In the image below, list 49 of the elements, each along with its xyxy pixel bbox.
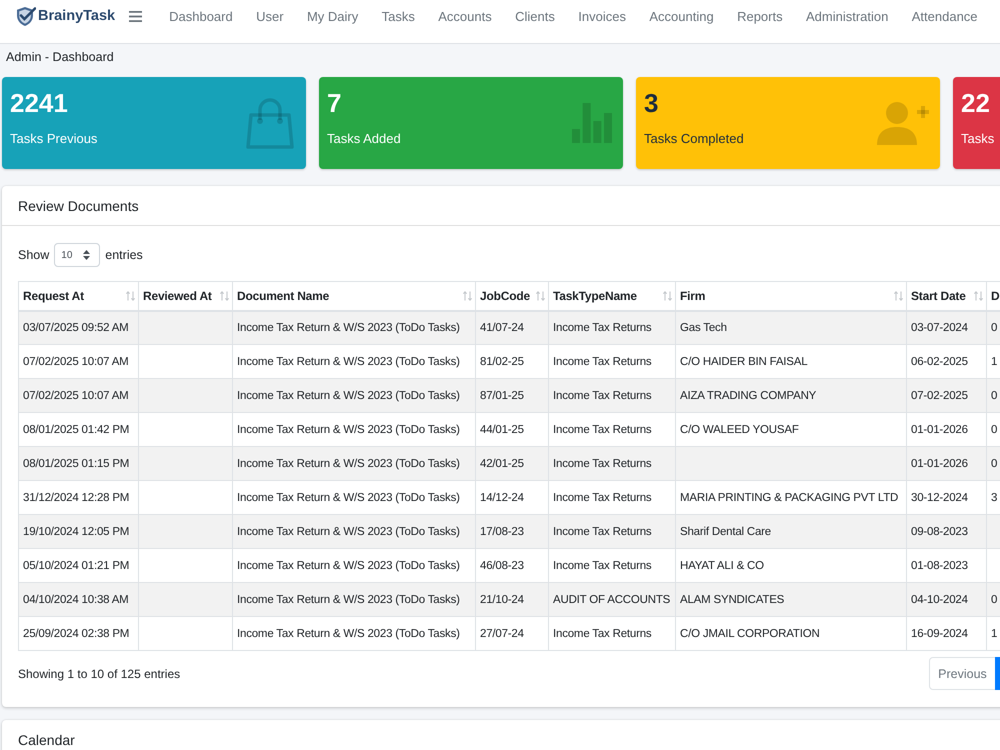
stat-value: 3 (644, 88, 658, 118)
nav-link[interactable]: Dashboard (169, 8, 233, 24)
stat-value: 7 (327, 88, 342, 118)
menu-icon[interactable] (129, 10, 142, 22)
show-label: Show (18, 248, 50, 262)
table-cell: C/O JMAIL CORPORATION (676, 616, 906, 650)
card-title: Calendar (18, 732, 75, 748)
table-cell: Income Tax Returns (548, 616, 676, 650)
breadcrumb: Admin - Dashboard (6, 50, 114, 64)
nav-link[interactable]: Clients (515, 8, 555, 24)
updown-icon (83, 250, 90, 260)
previous-button[interactable]: Previous (929, 657, 996, 690)
brand-name[interactable]: BrainyTask (38, 8, 116, 24)
stat-label: Tasks Completed (644, 131, 744, 147)
nav-link[interactable]: My Dairy (306, 8, 358, 24)
table-cell: 25/09/2024 02:38 PM (18, 616, 138, 650)
sort-icon[interactable] (974, 290, 983, 301)
shopping-bag-icon (245, 97, 295, 149)
sort-icon[interactable] (894, 290, 903, 301)
user-plus-icon (877, 101, 929, 145)
shield-check-icon (16, 6, 36, 26)
entries-select[interactable]: 10 (54, 243, 100, 267)
entries-label: entries (105, 248, 143, 262)
bar-chart-icon (572, 103, 612, 143)
stat-label: Tasks Previous (10, 131, 98, 147)
column-header[interactable]: Firm (680, 288, 706, 303)
nav-link[interactable]: Tasks (382, 8, 415, 24)
sort-icon[interactable] (220, 290, 229, 301)
nav-link[interactable]: Administration (806, 8, 888, 24)
nav-link[interactable]: Accounting (649, 8, 714, 24)
table-cell: 16-09-2024 (906, 616, 986, 650)
nav-link[interactable]: Attendance (912, 8, 978, 24)
column-header[interactable]: Document Name (237, 288, 330, 303)
table-cell: 27/07-24 (476, 616, 548, 650)
card-title: Review Documents (18, 198, 139, 214)
sort-icon[interactable] (463, 290, 472, 301)
stat-value: 22 (961, 88, 990, 118)
nav-link[interactable]: Accounts (438, 8, 492, 24)
nav-link[interactable]: Reports (737, 8, 783, 24)
table-cell: Income Tax Return & W/S 2023 (ToDo Tasks) (232, 616, 476, 650)
sort-icon[interactable] (663, 290, 672, 301)
sort-icon[interactable] (126, 290, 135, 301)
stat-value: 2241 (10, 88, 68, 118)
sort-icon[interactable] (536, 290, 545, 301)
stat-label: Tasks (961, 131, 994, 147)
nav-link[interactable]: Invoices (578, 8, 626, 24)
nav-link[interactable]: User (256, 8, 284, 24)
table-info: Showing 1 to 10 of 125 entries (18, 666, 180, 680)
stat-label: Tasks Added (327, 131, 401, 147)
